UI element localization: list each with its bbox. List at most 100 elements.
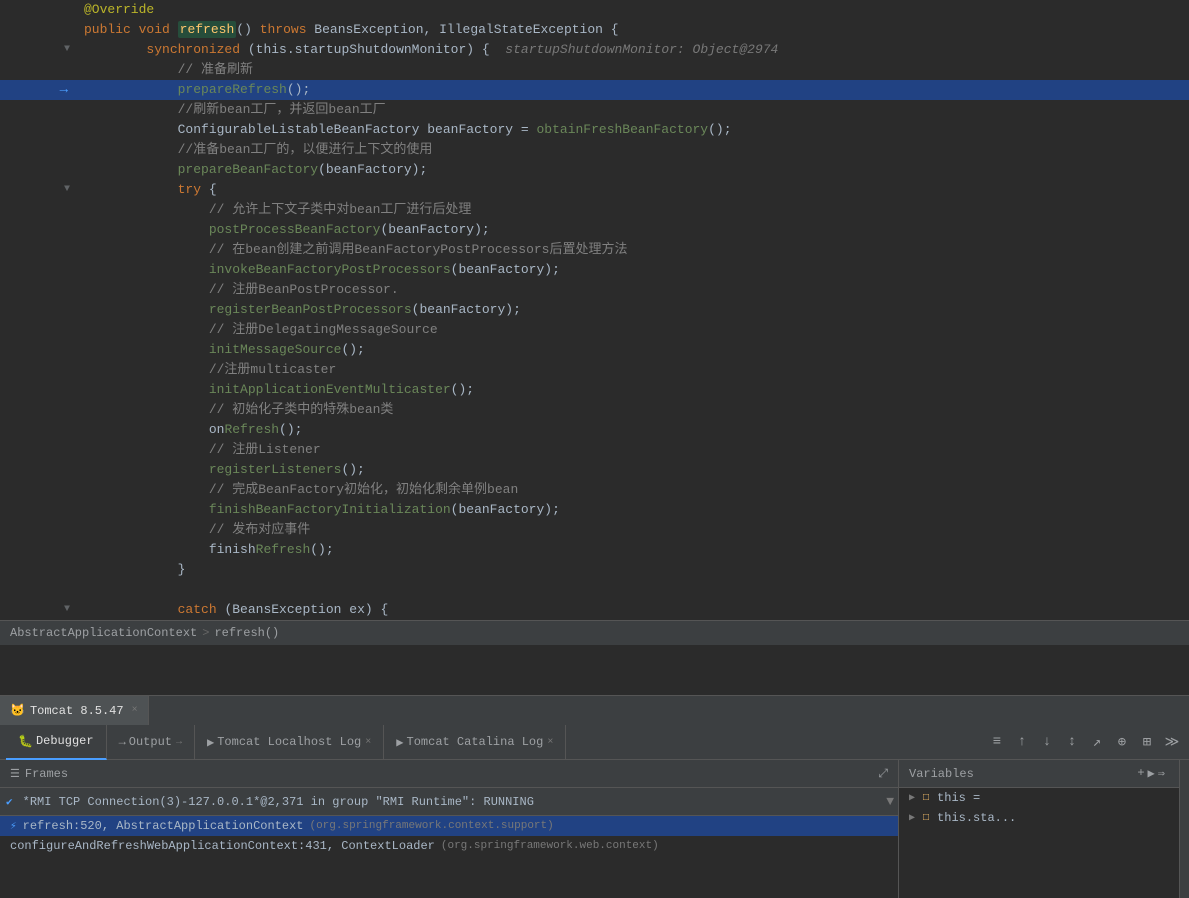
line-code-29: } [80,560,1189,580]
debug-tab-tomcat-localhost[interactable]: ▶ Tomcat Localhost Log× [195,725,384,760]
output-tab-icon: → [119,735,126,749]
code-line-12: postProcessBeanFactory(beanFactory); [0,220,1189,240]
toolbar-btn-0[interactable]: ≡ [986,731,1008,753]
variables-scrollbar[interactable] [1179,760,1189,898]
main-layout: @Overridepublic void refresh() throws Be… [0,0,1189,898]
code-content: @Overridepublic void refresh() throws Be… [0,0,1189,620]
line-code-21: // 初始化子类中的特殊bean类 [80,400,1189,420]
line-code-31: catch (BeansException ex) { [80,600,1189,620]
line-code-23: // 注册Listener [80,440,1189,460]
frames-header: ☰ Frames ⤢ [0,760,898,788]
line-gutter-5: → [0,80,80,100]
debug-tab-debugger[interactable]: 🐛 Debugger [6,725,107,760]
line-code-13: // 在bean创建之前调用BeanFactoryPostProcessors后… [80,240,1189,260]
line-code-19: //注册multicaster [80,360,1189,380]
code-line-25: // 完成BeanFactory初始化，初始化剩余单例bean [0,480,1189,500]
debug-panel-tabs: 🐛 Debugger→ Output→▶ Tomcat Localhost Lo… [6,725,566,760]
frame-item-2[interactable]: configureAndRefreshWebApplicationContext… [0,836,898,856]
fold-icon[interactable]: ▼ [64,180,70,200]
debug-tab-tomcat-catalina[interactable]: ▶ Tomcat Catalina Log× [384,725,566,760]
line-code-7: ConfigurableListableBeanFactory beanFact… [80,120,1189,140]
line-code-6: //刷新bean工厂，并返回bean工厂 [80,100,1189,120]
toolbar-btn-6[interactable]: ⊞ [1136,731,1158,753]
frame-pkg-label: (org.springframework.web.context) [441,840,659,852]
code-line-26: finishBeanFactoryInitialization(beanFact… [0,500,1189,520]
thread-select-row: ✔ *RMI TCP Connection(3)-127.0.0.1*@2,37… [0,788,898,816]
code-line-30 [0,580,1189,600]
toolbar-btn-7[interactable]: ≫ [1161,731,1183,753]
code-line-3: ▼ synchronized (this.startupShutdownMoni… [0,40,1189,60]
variables-title: Variables [909,767,974,781]
breadcrumb-class: AbstractApplicationContext [10,626,197,640]
var-type-icon: □ [923,793,929,804]
code-line-24: registerListeners(); [0,460,1189,480]
var-expand-arrow[interactable]: ▶ [909,792,915,804]
frame-pkg-label: (org.springframework.context.support) [309,820,553,832]
var-item-1[interactable]: ▶□this = [899,788,1179,808]
frames-expand-icon[interactable]: ⤢ [878,767,888,781]
fold-icon[interactable]: ▼ [64,40,70,60]
server-tab-close[interactable]: × [132,705,138,716]
code-line-6: //刷新bean工厂，并返回bean工厂 [0,100,1189,120]
toolbar-btn-3[interactable]: ↕ [1061,731,1083,753]
line-code-12: postProcessBeanFactory(beanFactory); [80,220,1189,240]
line-code-14: invokeBeanFactoryPostProcessors(beanFact… [80,260,1189,280]
code-line-23: // 注册Listener [0,440,1189,460]
line-code-25: // 完成BeanFactory初始化，初始化剩余单例bean [80,480,1189,500]
line-code-1: @Override [80,0,1189,20]
var-add-icon[interactable]: + [1137,766,1144,781]
frame-list: ⚡ refresh:520, AbstractApplicationContext… [0,816,898,898]
variables-panel: Variables + ▶ ⇒ ▶□this =▶□this.sta... [899,760,1179,898]
toolbar-btn-5[interactable]: ⊕ [1111,731,1133,753]
line-code-20: initApplicationEventMulticaster(); [80,380,1189,400]
variables-toolbar: + ▶ ⇒ [1133,766,1169,781]
tomcat-catalina-tab-label: Tomcat Catalina Log [407,735,544,749]
line-code-24: registerListeners(); [80,460,1189,480]
toolbar-btn-2[interactable]: ↓ [1036,731,1058,753]
variable-list: ▶□this =▶□this.sta... [899,788,1179,828]
var-expand-arrow[interactable]: ▶ [909,812,915,824]
line-code-17: // 注册DelegatingMessageSource [80,320,1189,340]
frames-title: Frames [25,767,68,781]
var-play-icon[interactable]: ▶ [1148,766,1155,781]
debugger-tab-icon: 🐛 [18,734,33,749]
toolbar-btn-1[interactable]: ↑ [1011,731,1033,753]
line-code-15: // 注册BeanPostProcessor. [80,280,1189,300]
debug-tab-output[interactable]: → Output→ [107,725,195,760]
fold-icon[interactable]: ▼ [64,600,70,620]
tomcat-localhost-tab-pin[interactable]: × [365,737,371,748]
code-line-16: registerBeanPostProcessors(beanFactory); [0,300,1189,320]
line-code-11: // 允许上下文子类中对bean工厂进行后处理 [80,200,1189,220]
thread-dropdown-arrow[interactable]: ▼ [882,794,898,809]
tomcat-catalina-tab-icon: ▶ [396,735,403,750]
variables-header: Variables + ▶ ⇒ [899,760,1179,788]
var-item-2[interactable]: ▶□this.sta... [899,808,1179,828]
tomcat-localhost-tab-label: Tomcat Localhost Log [217,735,361,749]
code-line-11: // 允许上下文子类中对bean工厂进行后处理 [0,200,1189,220]
toolbar-btn-4[interactable]: ↗ [1086,731,1108,753]
frame-class-label: configureAndRefreshWebApplicationContext… [10,839,435,853]
debug-arrow-icon: → [60,80,68,100]
output-tab-pin[interactable]: → [176,737,182,748]
frame-item-1[interactable]: ⚡ refresh:520, AbstractApplicationContext… [0,816,898,836]
tomcat-catalina-tab-pin[interactable]: × [547,737,553,748]
thread-label: *RMI TCP Connection(3)-127.0.0.1*@2,371 … [19,795,883,809]
output-tab-label: Output [129,735,172,749]
line-code-22: onRefresh(); [80,420,1189,440]
code-line-29: } [0,560,1189,580]
line-code-4: // 准备刷新 [80,60,1189,80]
frames-left: ☰ Frames ⤢ ✔ *RMI TCP Connection(3)-127.… [0,760,899,898]
frame-class-label: refresh:520, AbstractApplicationContext [23,819,304,833]
breadcrumb: AbstractApplicationContext > refresh() [0,620,1189,645]
server-tab-tomcat[interactable]: 🐱 Tomcat 8.5.47 × [0,696,149,725]
code-line-2: public void refresh() throws BeansExcept… [0,20,1189,40]
frame-active-icon: ⚡ [10,819,17,833]
line-code-10: try { [80,180,1189,200]
server-tab-bar: 🐱 Tomcat 8.5.47 × [0,695,1189,725]
toolbar-buttons: ≡↑↓↕↗⊕⊞≫ [986,731,1183,753]
line-code-3: synchronized (this.startupShutdownMonito… [80,40,1189,60]
code-line-31: ▼ catch (BeansException ex) { [0,600,1189,620]
code-line-15: // 注册BeanPostProcessor. [0,280,1189,300]
var-step-icon[interactable]: ⇒ [1158,766,1165,781]
line-code-9: prepareBeanFactory(beanFactory); [80,160,1189,180]
